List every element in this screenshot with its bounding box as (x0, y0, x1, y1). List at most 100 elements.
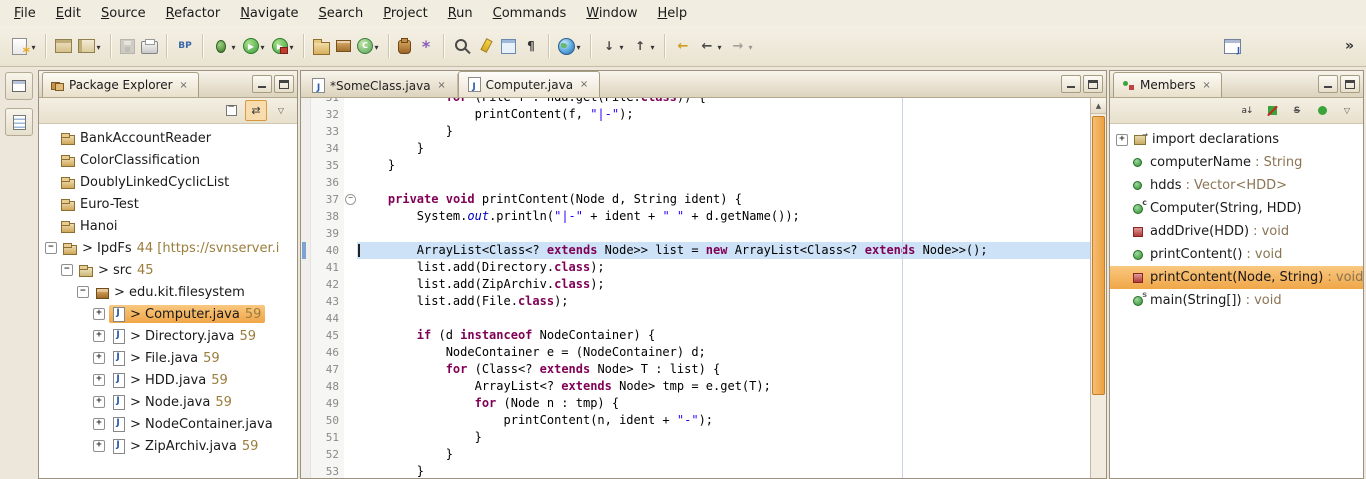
line-number[interactable]: 44 (311, 310, 344, 327)
close-tab-icon[interactable] (436, 80, 448, 91)
scroll-up-icon[interactable] (1091, 98, 1106, 114)
line-number[interactable]: 48 (311, 378, 344, 395)
code-text[interactable]: for (Node n : tmp) { (357, 395, 1090, 412)
minimize-view-button[interactable] (252, 75, 272, 93)
code-text[interactable]: } (357, 123, 1090, 140)
line-number[interactable]: 39 (311, 225, 344, 242)
mark-occurrences-button[interactable] (475, 34, 497, 58)
hide-non-public-button[interactable] (1311, 100, 1333, 121)
menu-search[interactable]: Search (309, 2, 374, 25)
view-menu-button[interactable] (1336, 100, 1358, 121)
line-number[interactable]: 51 (311, 429, 344, 446)
tree-item[interactable]: > Computer.java59 (39, 303, 297, 325)
expander-icon[interactable] (93, 352, 105, 364)
code-line-46[interactable]: 46 NodeContainer e = (NodeContainer) d; (301, 344, 1090, 361)
maximize-editor-button[interactable] (1083, 75, 1103, 93)
code-text[interactable]: } (357, 429, 1090, 446)
link-with-editor-button[interactable] (245, 100, 267, 121)
code-text[interactable]: printContent(n, ident + "-"); (357, 412, 1090, 429)
code-text[interactable]: list.add(File.class); (357, 293, 1090, 310)
expander-icon[interactable] (45, 242, 57, 254)
member-item[interactable]: main(String[]): void (1110, 289, 1363, 312)
back-button[interactable] (696, 34, 725, 58)
tree-item[interactable]: ColorClassification (39, 149, 297, 171)
show-source-button[interactable] (499, 36, 518, 57)
code-text[interactable]: printContent(f, "|-"); (357, 106, 1090, 123)
minimize-view-button[interactable] (1318, 75, 1338, 93)
tree-item[interactable]: > Node.java59 (39, 391, 297, 413)
tree-item[interactable]: Euro-Test (39, 193, 297, 215)
expander-icon[interactable] (1116, 134, 1128, 146)
line-number[interactable]: 32 (311, 106, 344, 123)
expander-icon[interactable] (93, 330, 105, 342)
menu-source[interactable]: Source (91, 2, 156, 25)
code-line-43[interactable]: 43 list.add(File.class); (301, 293, 1090, 310)
member-item[interactable]: Computer(String, HDD) (1110, 197, 1363, 220)
code-line-36[interactable]: 36 (301, 174, 1090, 191)
member-item[interactable]: printContent(Node, String): void (1110, 266, 1363, 289)
web-browser-button[interactable] (556, 35, 584, 58)
code-text[interactable]: private void printContent(Node d, String… (357, 191, 1090, 208)
scrollbar-thumb[interactable] (1092, 116, 1105, 395)
save-button[interactable] (118, 36, 137, 57)
code-text[interactable] (357, 310, 1090, 327)
line-number[interactable]: 33 (311, 123, 344, 140)
line-number[interactable]: 36 (311, 174, 344, 191)
line-number[interactable]: 52 (311, 446, 344, 463)
skip-breakpoints-button[interactable] (174, 34, 196, 58)
code-line-49[interactable]: 49 for (Node n : tmp) { (301, 395, 1090, 412)
code-text[interactable]: } (357, 157, 1090, 174)
code-text[interactable]: ArrayList<Class<? extends Node>> list = … (357, 242, 1090, 259)
debug-button[interactable] (210, 34, 239, 58)
code-text[interactable]: } (357, 446, 1090, 463)
code-text[interactable]: list.add(ZipArchiv.class); (357, 276, 1090, 293)
member-item[interactable]: printContent(): void (1110, 243, 1363, 266)
tree-item[interactable]: > NodeContainer.java (39, 413, 297, 435)
tree-item[interactable]: DoublyLinkedCyclicList (39, 171, 297, 193)
menu-commands[interactable]: Commands (483, 2, 577, 25)
tree-item[interactable]: > File.java59 (39, 347, 297, 369)
code-text[interactable]: NodeContainer e = (NodeContainer) d; (357, 344, 1090, 361)
line-number[interactable]: 45 (311, 327, 344, 344)
view-menu-button[interactable] (270, 100, 292, 121)
line-number[interactable]: 31 (311, 98, 344, 106)
external-tools-button[interactable] (270, 35, 297, 57)
code-editor[interactable]: 31 for (File f : hdd.get(File.class)) {3… (301, 98, 1090, 478)
editor-tab[interactable]: *SomeClass.java (303, 74, 458, 97)
code-line-51[interactable]: 51 } (301, 429, 1090, 446)
print-button[interactable] (139, 35, 160, 57)
scrollbar-track[interactable] (1091, 114, 1106, 478)
line-number[interactable]: 34 (311, 140, 344, 157)
open-view-button[interactable] (76, 36, 104, 56)
code-line-50[interactable]: 50 printContent(n, ident + "-"); (301, 412, 1090, 429)
new-wizard-button[interactable] (7, 35, 39, 58)
line-number[interactable]: 46 (311, 344, 344, 361)
code-line-39[interactable]: 39 (301, 225, 1090, 242)
tree-item[interactable]: > src45 (39, 259, 297, 281)
expander-icon[interactable] (77, 286, 89, 298)
new-java-project-button[interactable] (311, 35, 332, 58)
code-line-31[interactable]: 31 for (File f : hdd.get(File.class)) { (301, 98, 1090, 106)
next-annotation-button[interactable] (598, 34, 627, 58)
tree-item[interactable]: > HDD.java59 (39, 369, 297, 391)
restore-views-button[interactable] (5, 72, 33, 100)
minimize-editor-button[interactable] (1061, 75, 1081, 93)
members-tab[interactable]: Members (1113, 72, 1222, 97)
tree-item[interactable]: > IpdFs44 [https://svnserver.i (39, 237, 297, 259)
menu-edit[interactable]: Edit (46, 2, 91, 25)
line-number[interactable]: 43 (311, 293, 344, 310)
code-text[interactable] (357, 174, 1090, 191)
maximize-view-button[interactable] (1340, 75, 1360, 93)
toolbar-overflow-chevron[interactable]: » (1339, 38, 1360, 54)
code-line-41[interactable]: 41 list.add(Directory.class); (301, 259, 1090, 276)
editor-scrollbar[interactable] (1090, 98, 1106, 478)
fold-collapse-icon[interactable] (345, 194, 356, 205)
tree-item[interactable]: > Directory.java59 (39, 325, 297, 347)
line-number[interactable]: 49 (311, 395, 344, 412)
expander-icon[interactable] (93, 374, 105, 386)
line-number[interactable]: 53 (311, 463, 344, 478)
java-perspective-button[interactable] (1222, 36, 1243, 57)
menu-file[interactable]: File (4, 2, 46, 25)
code-line-42[interactable]: 42 list.add(ZipArchiv.class); (301, 276, 1090, 293)
sort-members-button[interactable] (1236, 100, 1258, 121)
